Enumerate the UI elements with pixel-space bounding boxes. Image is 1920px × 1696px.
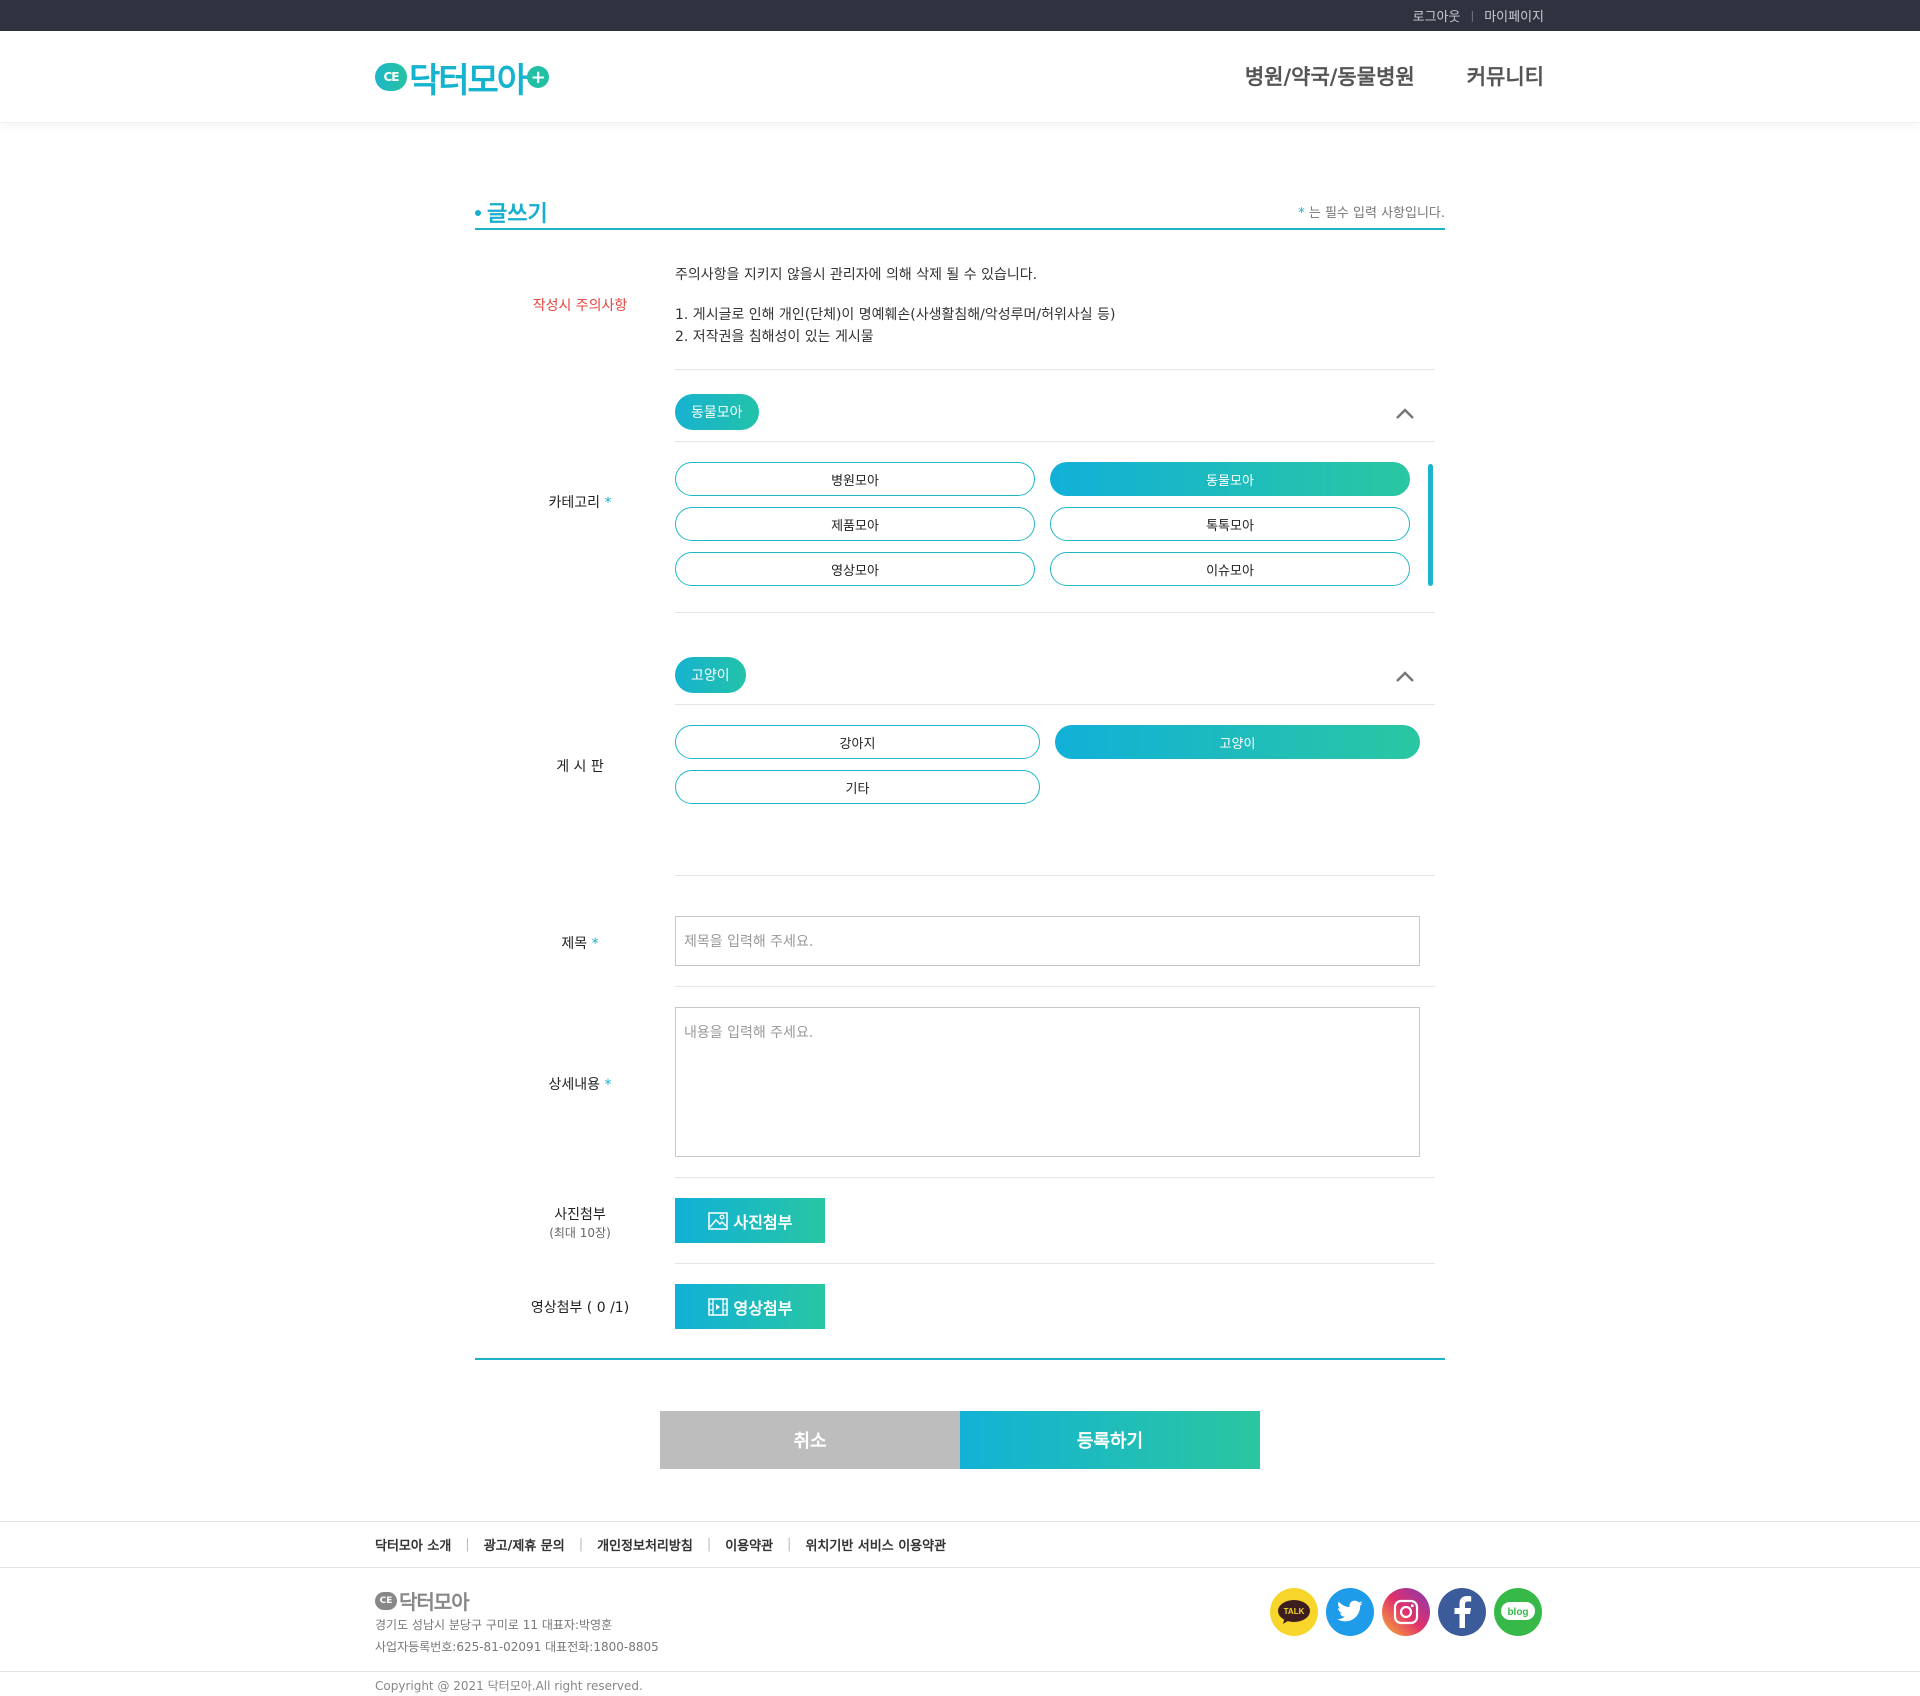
divider [675, 704, 1435, 705]
main-nav: 병원/약국/동물병원 커뮤니티 [1245, 61, 1544, 91]
video-label: 영상첨부 ( 0 /1) [530, 1300, 630, 1316]
film-icon [707, 1297, 728, 1316]
category-label: 카테고리 * [495, 492, 665, 512]
footer-link-privacy[interactable]: 개인정보처리방침 [597, 1535, 693, 1554]
submit-button[interactable]: 등록하기 [960, 1411, 1260, 1469]
category-scrollbar[interactable] [1428, 464, 1433, 586]
logo-badge: CE [375, 63, 407, 91]
board-label: 게 시 판 [556, 759, 604, 775]
footer-logo-text: 닥터모아 [399, 1590, 470, 1614]
footer-links-bar: 닥터모아 소개 | 광고/제휴 문의 | 개인정보처리방침 | 이용약관 | 위… [0, 1521, 1920, 1568]
content-textarea[interactable]: 내용을 입력해 주세요. [675, 1007, 1420, 1157]
board-option-etc[interactable]: 기타 [675, 770, 1040, 804]
divider [675, 1263, 1435, 1264]
photo-limit-note: (최대 10장) [549, 1226, 611, 1240]
cancel-button[interactable]: 취소 [660, 1411, 960, 1469]
footer-separator: | [465, 1537, 470, 1552]
blog-icon[interactable]: blog [1494, 1588, 1542, 1636]
category-option-product[interactable]: 제품모아 [675, 507, 1035, 541]
footer-link-ads[interactable]: 광고/제휴 문의 [484, 1535, 565, 1554]
content-label-text: 상세내용 [548, 1077, 601, 1093]
photo-label-text: 사진첨부 [554, 1207, 606, 1223]
photo-label: 사진첨부 (최대 10장) [495, 1204, 665, 1241]
site-header: CE 닥터모아 + 병원/약국/동물병원 커뮤니티 [0, 31, 1920, 123]
subject-label-text: 제목 [561, 936, 588, 952]
subject-label: 제목 * [495, 933, 665, 953]
category-option-animal[interactable]: 동물모아 [1050, 462, 1410, 496]
board-chevron-up-icon[interactable] [1395, 669, 1415, 683]
utility-links: 로그아웃 | 마이페이지 [1413, 0, 1544, 31]
required-star: * [604, 495, 612, 511]
facebook-icon[interactable] [1438, 1588, 1486, 1636]
footer-separator: | [787, 1537, 792, 1552]
footer-link-location-terms[interactable]: 위치기반 서비스 이용약관 [805, 1535, 946, 1554]
twitter-icon[interactable] [1326, 1588, 1374, 1636]
instagram-icon[interactable] [1382, 1588, 1430, 1636]
utility-separator: | [1470, 9, 1475, 22]
board-option-dog[interactable]: 강아지 [675, 725, 1040, 759]
image-icon [707, 1211, 728, 1230]
notice-line-1: 주의사항을 지키지 않을시 관리자에 의해 삭제 될 수 있습니다. [675, 267, 1038, 283]
notice-label: 작성시 주의사항 [532, 298, 628, 314]
nav-item-hospital[interactable]: 병원/약국/동물병원 [1245, 61, 1415, 91]
nav-item-community[interactable]: 커뮤니티 [1467, 61, 1544, 91]
logout-link[interactable]: 로그아웃 [1413, 6, 1461, 25]
photo-attach-label: 사진첨부 [733, 1212, 793, 1232]
notice-line-2: 1. 게시글로 인해 개인(단체)이 명예훼손(사생활침해/악성루머/허위사실 … [675, 307, 1116, 323]
footer-business-info: 사업자등록번호:625-81-02091 대표전화:1800-8805 [375, 1640, 659, 1654]
footer-divider [0, 1671, 1920, 1672]
blog-label: blog [1507, 1607, 1528, 1618]
category-option-video[interactable]: 영상모아 [675, 552, 1035, 586]
top-utility-bar: 로그아웃 | 마이페이지 [0, 0, 1920, 31]
divider [675, 612, 1435, 613]
board-option-cat[interactable]: 고양이 [1055, 725, 1420, 759]
notice-text: 주의사항을 지키지 않을시 관리자에 의해 삭제 될 수 있습니다. 1. 게시… [675, 264, 1115, 348]
category-option-talk[interactable]: 톡톡모아 [1050, 507, 1410, 541]
board-selected-pill: 고양이 [675, 657, 746, 693]
kakaotalk-label: TALK [1284, 1607, 1305, 1616]
footer-links: 닥터모아 소개 | 광고/제휴 문의 | 개인정보처리방침 | 이용약관 | 위… [375, 1522, 946, 1567]
divider [675, 369, 1435, 370]
subject-input[interactable]: 제목을 입력해 주세요. [675, 916, 1420, 966]
copyright-text: Copyright @ 2021 닥터모아.All right reserved… [375, 1679, 643, 1693]
footer-logo: CE 닥터모아 [375, 1586, 470, 1615]
category-label-text: 카테고리 [548, 495, 601, 511]
category-selected-pill: 동물모아 [675, 394, 759, 430]
required-note: * 는 필수 입력 사항입니다. [1298, 202, 1445, 221]
required-note-text: 는 필수 입력 사항입니다. [1304, 206, 1445, 221]
site-logo[interactable]: CE 닥터모아 + [375, 57, 550, 101]
divider [675, 441, 1435, 442]
content-label: 상세내용 * [495, 1074, 665, 1094]
video-attach-label: 영상첨부 [733, 1298, 793, 1318]
notice-line-3: 2. 저작권을 침해성이 있는 게시물 [675, 329, 874, 345]
kakaotalk-icon[interactable]: TALK [1270, 1588, 1318, 1636]
mypage-link[interactable]: 마이페이지 [1484, 6, 1544, 25]
form-bottom-line [475, 1358, 1445, 1360]
page-title-bar: 글쓰기 * 는 필수 입력 사항입니다. [475, 196, 1445, 230]
video-attach-button[interactable]: 영상첨부 [675, 1284, 825, 1329]
category-option-issue[interactable]: 이슈모아 [1050, 552, 1410, 586]
title-bullet-icon [475, 210, 481, 216]
footer-logo-badge: CE [375, 1591, 397, 1610]
logo-plus-icon: + [527, 66, 550, 88]
category-chevron-up-icon[interactable] [1395, 406, 1415, 420]
divider [675, 986, 1435, 987]
footer-company-info: 경기도 성남시 분당구 구미로 11 대표자:박영훈 사업자등록번호:625-8… [375, 1614, 659, 1658]
required-star: * [604, 1077, 612, 1093]
divider [675, 1177, 1435, 1178]
footer-address: 경기도 성남시 분당구 구미로 11 대표자:박영훈 [375, 1618, 613, 1632]
page-title: 글쓰기 [487, 202, 548, 227]
photo-attach-button[interactable]: 사진첨부 [675, 1198, 825, 1243]
footer-separator: | [578, 1537, 584, 1552]
social-links: TALK blog [1270, 1588, 1542, 1636]
logo-text: 닥터모아 [409, 60, 528, 101]
footer-separator: | [706, 1537, 712, 1552]
divider [675, 875, 1435, 876]
footer-link-about[interactable]: 닥터모아 소개 [375, 1535, 451, 1554]
category-option-hospital[interactable]: 병원모아 [675, 462, 1035, 496]
required-star: * [591, 936, 599, 952]
footer-link-terms[interactable]: 이용약관 [725, 1535, 773, 1554]
